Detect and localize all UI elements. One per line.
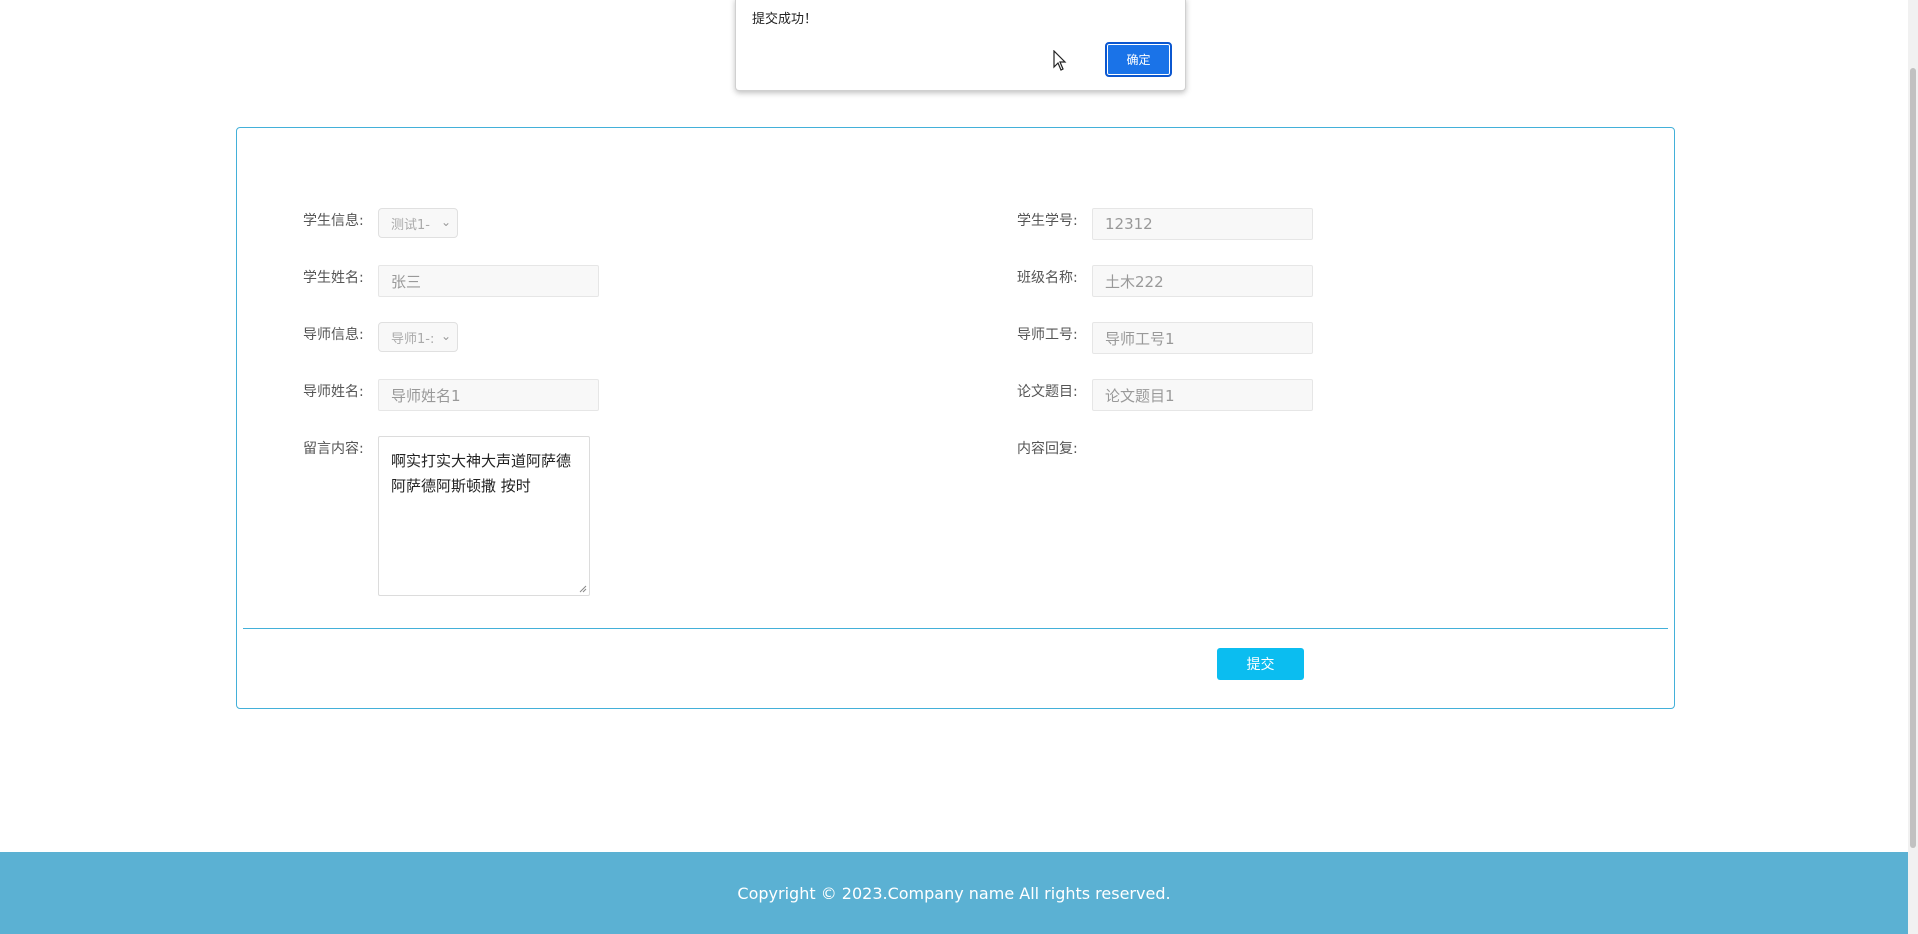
student-info-label: 学生信息: xyxy=(303,213,364,229)
submit-button[interactable]: 提交 xyxy=(1217,648,1304,680)
class-name-label: 班级名称: xyxy=(1017,270,1078,286)
message-label: 留言内容: xyxy=(303,441,364,457)
message-textarea[interactable]: 啊实打实大神大声道阿萨德阿萨德阿斯顿撒 按时 xyxy=(378,436,590,596)
tutor-name-label: 导师姓名: xyxy=(303,384,364,400)
scrollbar-thumb[interactable] xyxy=(1910,68,1916,848)
dialog-ok-button[interactable]: 确定 xyxy=(1105,42,1172,77)
alert-dialog: 提交成功！ 确定 xyxy=(735,0,1186,91)
page-footer: Copyright © 2023.Company name All rights… xyxy=(0,852,1908,934)
form-panel: 学生信息: 测试1- ⌄ 学生姓名: 张三 导师信息: 导师1-: ⌄ 导师姓名… xyxy=(236,127,1675,709)
student-no-label: 学生学号: xyxy=(1017,213,1078,229)
student-name-label: 学生姓名: xyxy=(303,270,364,286)
student-name-field[interactable]: 张三 xyxy=(378,265,599,297)
chevron-down-icon: ⌄ xyxy=(440,329,451,343)
tutor-info-select[interactable]: 导师1-: ⌄ xyxy=(378,322,458,352)
chevron-down-icon: ⌄ xyxy=(440,215,451,229)
message-text: 啊实打实大神大声道阿萨德阿萨德阿斯顿撒 按时 xyxy=(391,452,572,495)
reply-label: 内容回复: xyxy=(1017,441,1078,457)
tutor-no-field[interactable]: 导师工号1 xyxy=(1092,322,1313,354)
page-scrollbar[interactable] xyxy=(1908,0,1918,934)
student-no-field[interactable]: 12312 xyxy=(1092,208,1313,240)
form-divider xyxy=(243,628,1668,629)
student-info-value: 测试1- xyxy=(391,217,430,233)
thesis-title-label: 论文题目: xyxy=(1017,384,1078,400)
mouse-cursor-icon xyxy=(1053,50,1067,71)
student-info-select[interactable]: 测试1- ⌄ xyxy=(378,208,458,238)
tutor-info-label: 导师信息: xyxy=(303,327,364,343)
dialog-message: 提交成功！ xyxy=(752,12,818,27)
resize-handle-icon[interactable] xyxy=(579,585,587,593)
tutor-no-label: 导师工号: xyxy=(1017,327,1078,343)
tutor-info-value: 导师1-: xyxy=(391,331,435,347)
thesis-title-field[interactable]: 论文题目1 xyxy=(1092,379,1313,411)
copyright-text: Copyright © 2023.Company name All rights… xyxy=(737,883,1171,903)
tutor-name-field[interactable]: 导师姓名1 xyxy=(378,379,599,411)
class-name-field[interactable]: 土木222 xyxy=(1092,265,1313,297)
